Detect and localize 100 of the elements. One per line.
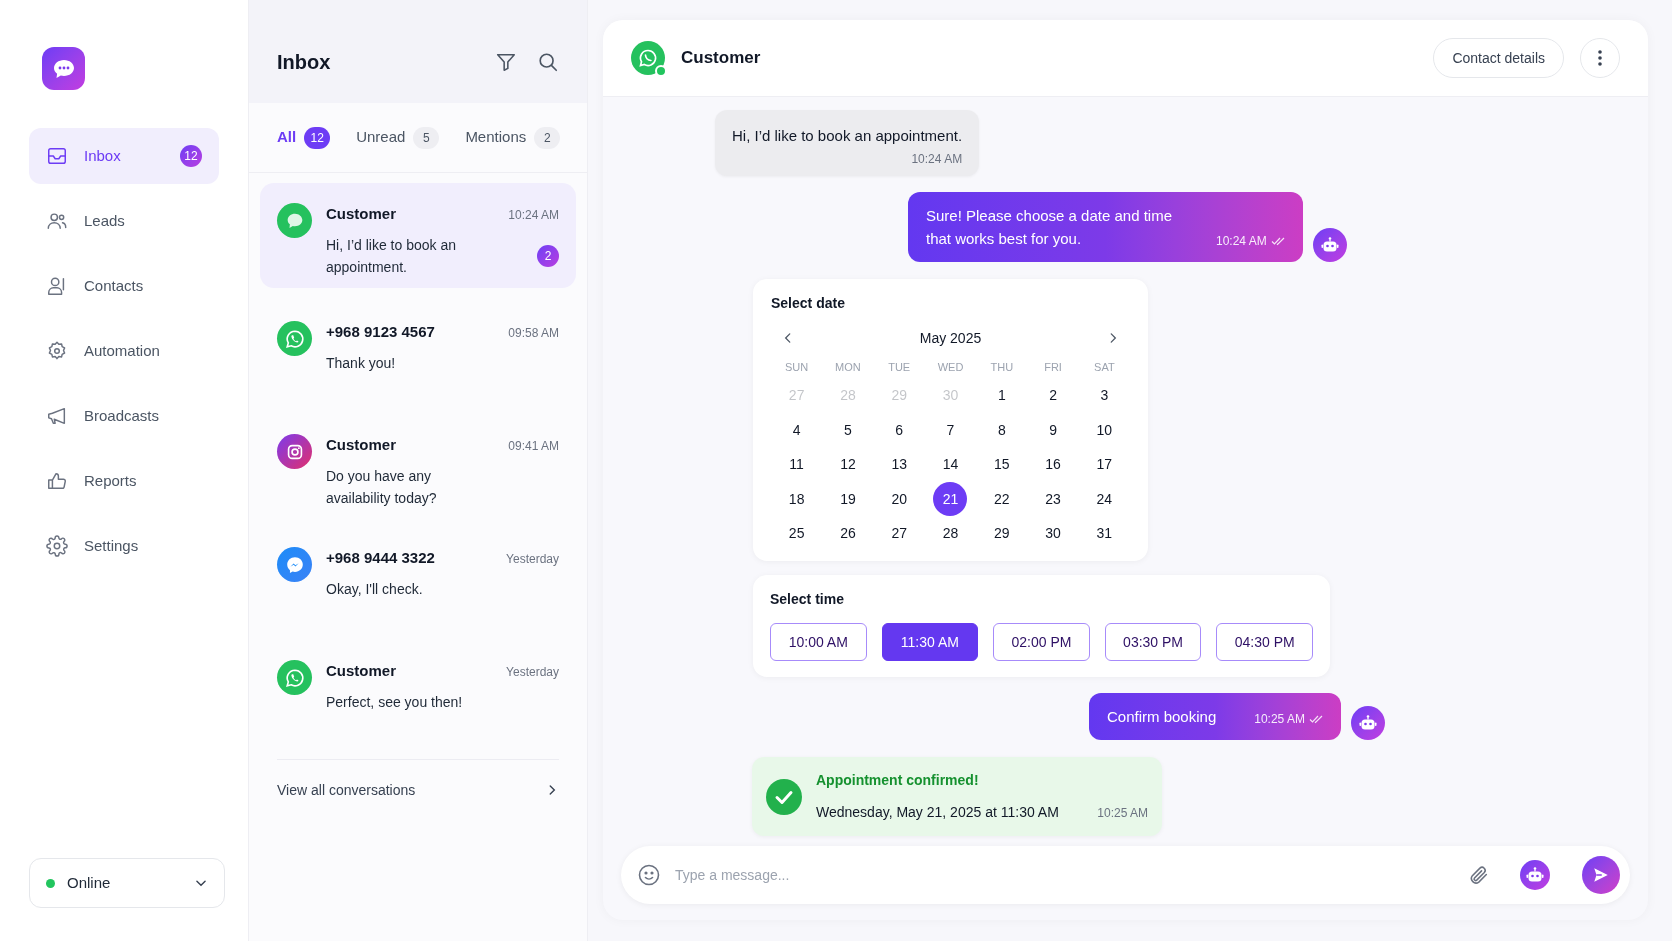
calendar-day[interactable]: 5 (830, 413, 865, 448)
nav-item[interactable]: Inbox 12 (29, 128, 219, 184)
status-dropdown[interactable]: Online (29, 858, 225, 908)
message-time: 10:24 AM (508, 207, 559, 224)
filter-tab[interactable]: All 12 (277, 126, 331, 149)
time-slot-button[interactable]: 10:00 AM (770, 623, 867, 661)
more-options-button[interactable] (1580, 38, 1620, 78)
weekday-label: TUE (888, 360, 911, 376)
calendar-day[interactable]: 29 (984, 516, 1019, 551)
gear-icon (46, 340, 68, 362)
count-badge: 2 (534, 126, 561, 149)
contact-details-button[interactable]: Contact details (1433, 38, 1564, 78)
check-circle-icon (766, 778, 802, 815)
filter-tab[interactable]: Unread 5 (356, 126, 440, 149)
message-time: 10:25 AM (1097, 805, 1148, 822)
card-title: Select date (771, 293, 846, 313)
calendar-day[interactable]: 12 (830, 447, 865, 482)
calendar-day[interactable]: 9 (1036, 413, 1071, 448)
calendar-day[interactable]: 19 (830, 482, 865, 517)
calendar-day[interactable]: 31 (1087, 516, 1122, 551)
conversation-item[interactable]: Customer Yesterday Perfect, see you then! (260, 640, 576, 753)
inbox-icon (46, 145, 68, 167)
count-badge: 5 (413, 126, 440, 149)
calendar-day[interactable]: 11 (779, 447, 814, 482)
chat-bubble-icon (277, 203, 312, 238)
message-preview: Hi, I’d like to book an appointment. (326, 235, 457, 277)
weekday-label: MON (835, 360, 861, 376)
app-logo (42, 47, 85, 90)
bot-icon[interactable] (1520, 860, 1550, 890)
message-time: Yesterday (506, 664, 559, 681)
nav-item[interactable]: Leads (29, 193, 219, 249)
contact-name: +968 9123 4567 (326, 322, 435, 342)
calendar-day[interactable]: 20 (882, 482, 917, 517)
calendar-day[interactable]: 22 (984, 482, 1019, 517)
calendar-day[interactable]: 23 (1036, 482, 1071, 517)
unread-badge: 2 (537, 244, 559, 267)
message-time: Yesterday (506, 551, 559, 568)
calendar-day[interactable]: 4 (779, 413, 814, 448)
nav-item[interactable]: Automation (29, 323, 219, 379)
calendar-day[interactable]: 13 (882, 447, 917, 482)
nav-item[interactable]: Settings (29, 518, 219, 574)
send-button[interactable] (1582, 856, 1620, 894)
thumbs-up-icon (46, 470, 68, 492)
view-all-link[interactable]: View all conversations (277, 760, 559, 820)
calendar-day[interactable]: 25 (779, 516, 814, 551)
search-icon[interactable] (537, 50, 559, 73)
calendar-day[interactable]: 27 (882, 516, 917, 551)
send-icon (1592, 866, 1610, 884)
camera-icon (277, 434, 312, 469)
calendar-day[interactable]: 16 (1036, 447, 1071, 482)
card-title: Select time (770, 590, 845, 609)
filter-tab[interactable]: Mentions 2 (465, 126, 561, 149)
conversation-item[interactable]: +968 9444 3322 Yesterday Okay, I'll check. (260, 527, 576, 640)
message-input[interactable]: Type a message... (675, 864, 1454, 886)
calendar-day[interactable]: 15 (984, 447, 1019, 482)
attachment-icon[interactable] (1468, 864, 1490, 886)
bot-avatar-icon (1312, 227, 1347, 262)
calendar-day[interactable]: 18 (779, 482, 814, 517)
time-slot-button[interactable]: 02:00 PM (993, 623, 1090, 661)
nav-item[interactable]: Reports (29, 453, 219, 509)
inbox-title: Inbox (277, 49, 332, 75)
conversation-item[interactable]: Customer 10:24 AM Hi, I’d like to book an appointment. 2 (260, 183, 576, 288)
calendar-day[interactable]: 28 (933, 516, 968, 551)
bot-avatar-icon (1350, 706, 1385, 740)
message-composer[interactable]: Type a message... (621, 846, 1630, 904)
whatsapp-icon (277, 660, 312, 695)
time-slot-button[interactable]: 03:30 PM (1104, 623, 1202, 661)
settings-icon (46, 535, 68, 557)
message-time: 10:25 AM (1254, 711, 1305, 728)
conversation-item[interactable]: +968 9123 4567 09:58 AM Thank you! (260, 301, 576, 414)
calendar-day[interactable]: 2 (1036, 378, 1071, 413)
calendar-day[interactable]: 24 (1087, 482, 1122, 517)
calendar-day[interactable]: 8 (984, 413, 1019, 448)
calendar-day[interactable]: 3 (1087, 378, 1122, 413)
message-text: Confirm booking (1107, 707, 1217, 727)
calendar-day[interactable]: 26 (830, 516, 865, 551)
calendar-day[interactable]: 6 (882, 413, 917, 448)
calendar-day[interactable]: 21 (933, 482, 968, 517)
time-slot-button[interactable]: 04:30 PM (1216, 623, 1313, 661)
message-preview: Do you have any availability today? (326, 466, 438, 508)
calendar-day[interactable]: 14 (933, 447, 968, 482)
calendar-day[interactable]: 30 (1036, 516, 1071, 551)
nav-item[interactable]: Broadcasts (29, 388, 219, 444)
time-slot-button[interactable]: 11:30 AM (881, 623, 979, 661)
calendar-day[interactable]: 1 (984, 378, 1019, 413)
calendar-day[interactable]: 10 (1087, 413, 1122, 448)
calendar-day[interactable]: 17 (1087, 447, 1122, 482)
emoji-icon[interactable] (637, 863, 661, 887)
message-text: Sure! Please choose a date and time that works best for you. (926, 205, 1173, 249)
message-preview: Okay, I'll check. (326, 579, 424, 599)
message-time: 09:41 AM (508, 438, 559, 455)
megaphone-icon (46, 405, 68, 427)
confirmation-text: Wednesday, May 21, 2025 at 11:30 AM (816, 803, 1059, 822)
weekday-label: WED (937, 360, 964, 376)
nav-item[interactable]: Contacts (29, 258, 219, 314)
conversation-item[interactable]: Customer 09:41 AM Do you have any availability today? (260, 414, 576, 527)
contact-name: Customer (326, 435, 396, 455)
message-time: 10:24 AM (1216, 232, 1267, 250)
contact-name: Customer (326, 204, 396, 224)
calendar-day[interactable]: 7 (933, 413, 968, 448)
